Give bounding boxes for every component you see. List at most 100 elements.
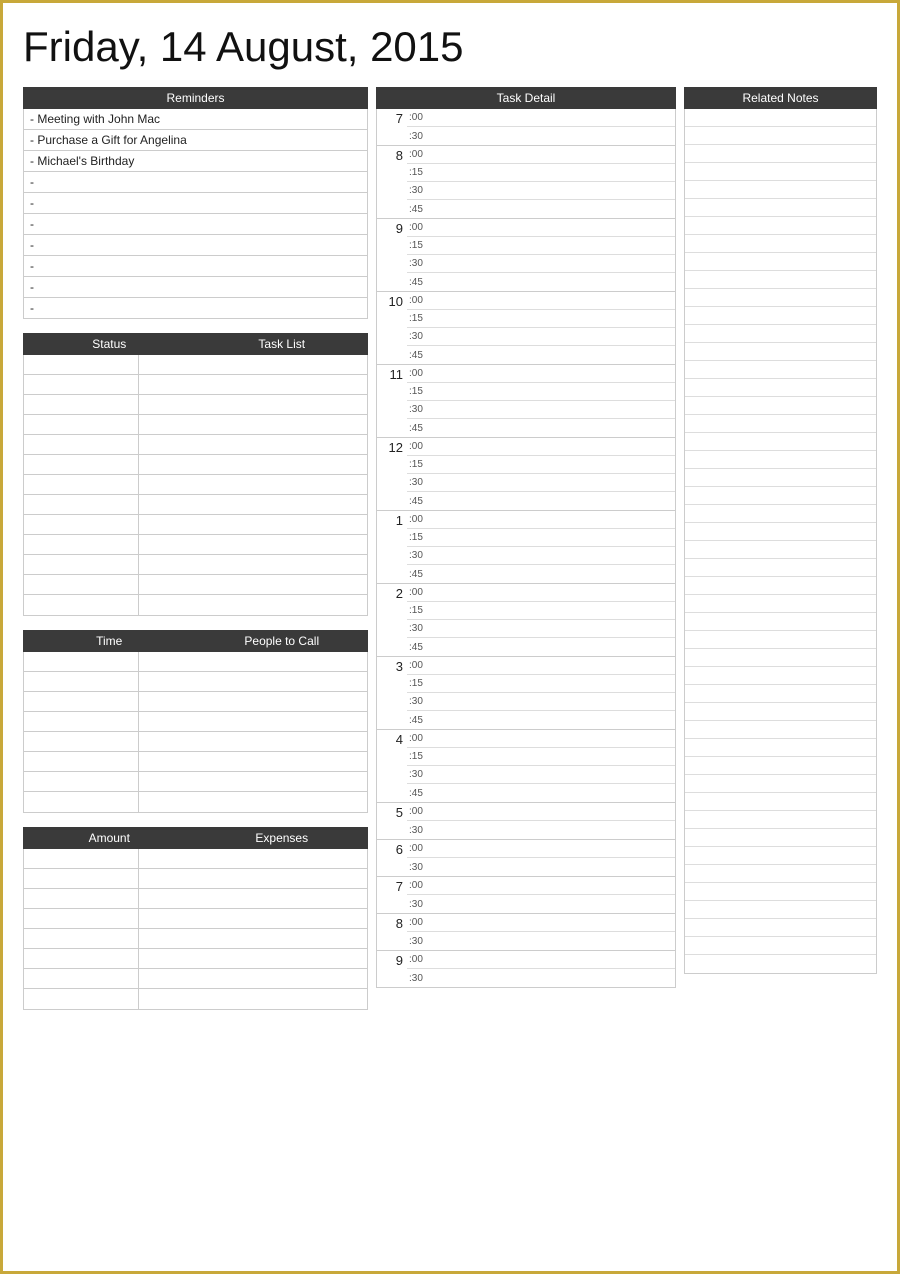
task-name-cell [139, 595, 367, 615]
reminder-row: - [24, 256, 367, 277]
reminders-section: Reminders - Meeting with John Mac- Purch… [23, 87, 368, 319]
people-time-cell [24, 712, 139, 731]
note-row [685, 145, 876, 163]
people-name-cell [139, 652, 367, 671]
note-row [685, 919, 876, 937]
time-slot-label: :15 [407, 313, 435, 324]
people-header: Time People to Call [23, 630, 368, 652]
time-slot-label: :00 [407, 917, 435, 928]
time-slot-label: :00 [407, 880, 435, 891]
time-block: 8:00:15:30:45 [377, 146, 675, 219]
hour-label: 9 [377, 219, 407, 291]
time-slot-label: :00 [407, 587, 435, 598]
expense-row [24, 869, 367, 889]
time-slots: :00:30 [407, 914, 675, 950]
people-name-cell [139, 712, 367, 731]
time-slot: :00 [407, 584, 675, 602]
time-slot-label: :45 [407, 569, 435, 580]
time-slots: :00:15:30:45 [407, 365, 675, 437]
time-slots: :00:15:30:45 [407, 511, 675, 583]
time-slot: :30 [407, 858, 675, 876]
time-slots: :00:15:30:45 [407, 292, 675, 364]
hour-label: 8 [377, 146, 407, 218]
time-slot: :00 [407, 292, 675, 310]
time-slots: :00:15:30:45 [407, 219, 675, 291]
expenses-rows [23, 849, 368, 1010]
hour-label: 10 [377, 292, 407, 364]
time-slot: :00 [407, 730, 675, 748]
task-row [24, 435, 367, 455]
task-row [24, 415, 367, 435]
time-slot: :45 [407, 273, 675, 291]
note-row [685, 901, 876, 919]
time-slot: :30 [407, 255, 675, 273]
note-row [685, 847, 876, 865]
time-slots: :00:15:30:45 [407, 657, 675, 729]
time-slot: :30 [407, 932, 675, 950]
note-row [685, 937, 876, 955]
time-slot-label: :15 [407, 605, 435, 616]
time-block: 11:00:15:30:45 [377, 365, 675, 438]
task-status-cell [24, 495, 139, 514]
people-name-cell [139, 772, 367, 791]
people-time-cell [24, 672, 139, 691]
time-block: 9:00:30 [377, 951, 675, 987]
note-row [685, 631, 876, 649]
time-block: 12:00:15:30:45 [377, 438, 675, 511]
task-row [24, 535, 367, 555]
time-slot: :15 [407, 164, 675, 182]
expenses-section: Amount Expenses [23, 827, 368, 1010]
task-status-cell [24, 355, 139, 374]
task-name-cell [139, 435, 367, 454]
reminder-row: - Purchase a Gift for Angelina [24, 130, 367, 151]
note-row [685, 253, 876, 271]
expense-desc-cell [139, 949, 367, 968]
time-slots: :00:15:30:45 [407, 146, 675, 218]
time-slot-label: :00 [407, 843, 435, 854]
page-title: Friday, 14 August, 2015 [23, 23, 877, 71]
hour-label: 12 [377, 438, 407, 510]
time-slot-label: :30 [407, 623, 435, 634]
time-slot-label: :45 [407, 204, 435, 215]
time-slots: :00:30 [407, 877, 675, 913]
people-rows [23, 652, 368, 813]
hour-label: 5 [377, 803, 407, 839]
time-slot-label: :45 [407, 350, 435, 361]
time-block: 3:00:15:30:45 [377, 657, 675, 730]
hour-label: 2 [377, 584, 407, 656]
task-name-cell [139, 455, 367, 474]
task-name-cell [139, 515, 367, 534]
time-slot: :30 [407, 182, 675, 200]
time-slot: :30 [407, 766, 675, 784]
expense-desc-cell [139, 989, 367, 1009]
task-row [24, 595, 367, 615]
time-slot: :15 [407, 748, 675, 766]
people-time-cell [24, 732, 139, 751]
expense-row [24, 849, 367, 869]
note-row [685, 613, 876, 631]
time-slot: :00 [407, 109, 675, 127]
task-name-cell [139, 355, 367, 374]
people-name-cell [139, 692, 367, 711]
expense-row [24, 949, 367, 969]
task-name-cell [139, 415, 367, 434]
time-slot-label: :30 [407, 258, 435, 269]
note-row [685, 505, 876, 523]
time-slot-label: :00 [407, 368, 435, 379]
time-slots: :00:30 [407, 803, 675, 839]
time-slot: :45 [407, 492, 675, 510]
expense-row [24, 889, 367, 909]
time-slot-label: :30 [407, 769, 435, 780]
reminder-row: - [24, 193, 367, 214]
expense-desc-cell [139, 909, 367, 928]
note-row [685, 865, 876, 883]
time-slot: :30 [407, 821, 675, 839]
task-row [24, 455, 367, 475]
time-slot-label: :15 [407, 532, 435, 543]
note-row [685, 559, 876, 577]
task-name-cell [139, 395, 367, 414]
time-slot: :30 [407, 401, 675, 419]
time-slot-label: :30 [407, 696, 435, 707]
note-row [685, 415, 876, 433]
time-slot-label: :45 [407, 715, 435, 726]
